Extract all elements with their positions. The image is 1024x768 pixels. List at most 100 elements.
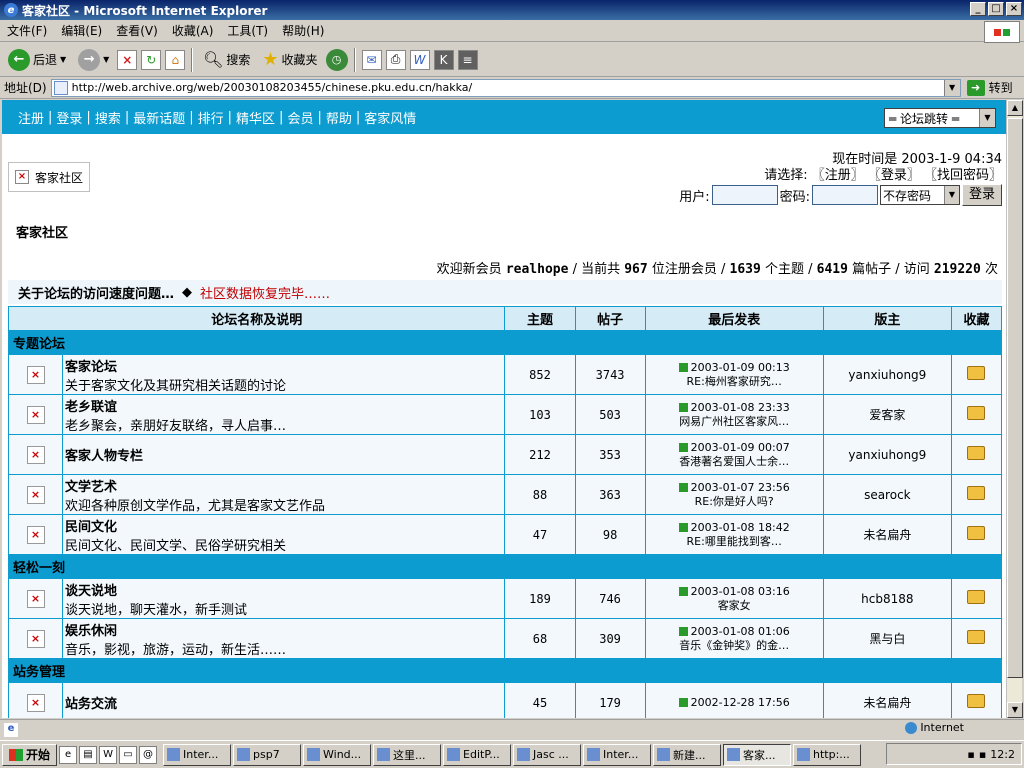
favorite-folder-icon[interactable] [967, 486, 986, 500]
taskbar-task-button[interactable]: 客家... [723, 743, 792, 766]
favorite-folder-icon[interactable] [967, 406, 986, 420]
taskbar-task-button[interactable]: psp7 [233, 743, 302, 766]
announcement-link[interactable]: 社区数据恢复完毕…… [200, 283, 330, 302]
mail-icon[interactable]: ✉ [361, 49, 382, 70]
site-logo[interactable]: × 客家社区 [8, 162, 90, 192]
search-button[interactable]: 🔍︎ 搜索 [199, 48, 254, 72]
forum-name-link[interactable]: 客家论坛 [65, 356, 504, 375]
nav-hakka-customs[interactable]: 客家风情 [364, 108, 416, 127]
scroll-up-icon[interactable]: ▲ [1007, 100, 1023, 116]
taskbar-task-button[interactable]: Inter... [163, 743, 232, 766]
k-tool-icon[interactable]: K [433, 49, 454, 70]
forum-moderator-link[interactable]: 未名扁舟 [822, 514, 952, 555]
forum-moderator-link[interactable]: 未名扁舟 [822, 682, 952, 718]
vertical-scrollbar[interactable]: ▲ ▼ [1006, 100, 1023, 718]
taskbar-task-button[interactable]: http:... [793, 743, 862, 766]
forum-moderator-link[interactable]: 爱客家 [822, 394, 952, 435]
taskbar-task-button[interactable]: EditP... [443, 743, 512, 766]
favorite-folder-icon[interactable] [967, 446, 986, 460]
go-button[interactable]: ➜ 转到 [966, 79, 1013, 96]
last-post-title-link[interactable]: 网易广州社区客家风… [646, 415, 823, 429]
last-post-arrow-icon[interactable] [678, 698, 688, 707]
forum-moderator-link[interactable]: yanxiuhong9 [822, 434, 952, 475]
tool-icon[interactable]: ≡ [457, 49, 478, 70]
last-post-title-link[interactable]: RE:梅州客家研究… [646, 375, 823, 389]
account-links[interactable]: 请选择: 〖注册〗 〖登录〗 〖找回密码〗 [764, 164, 1002, 183]
forward-dropdown-icon[interactable]: ▼ [103, 55, 109, 64]
menu-tools[interactable]: 工具(T) [220, 22, 275, 39]
last-post-title-link[interactable]: 香港著名爱国人士余… [646, 455, 823, 469]
address-input[interactable]: http://web.archive.org/web/2003010820345… [50, 78, 961, 97]
taskbar-task-button[interactable]: 这里... [373, 743, 442, 766]
tray-icon[interactable]: ▪ [967, 748, 974, 761]
address-dropdown-icon[interactable]: ▼ [943, 79, 960, 96]
favorite-folder-icon[interactable] [967, 694, 986, 708]
forum-jump-select[interactable]: ═ 论坛跳转 ═ ▼ [884, 108, 996, 128]
forum-name-link[interactable]: 民间文化 [65, 516, 504, 535]
last-post-arrow-icon[interactable] [678, 483, 688, 492]
last-post-title-link[interactable]: RE:你是好人吗? [646, 495, 823, 509]
favorite-folder-icon[interactable] [967, 590, 986, 604]
stop-icon[interactable]: × [117, 49, 138, 70]
quicklaunch-desktop-icon[interactable]: ▭ [119, 745, 138, 764]
last-post-arrow-icon[interactable] [678, 627, 688, 636]
home-icon[interactable]: ⌂ [165, 49, 186, 70]
nav-login[interactable]: 登录 [56, 108, 82, 127]
nav-register[interactable]: 注册 [18, 108, 44, 127]
menu-edit[interactable]: 编辑(E) [54, 22, 109, 39]
print-icon[interactable]: ⎙ [385, 49, 406, 70]
last-post-arrow-icon[interactable] [678, 403, 688, 412]
favorites-button[interactable]: ★ 收藏夹 [258, 47, 321, 72]
password-input[interactable] [811, 185, 878, 205]
minimize-button[interactable]: _ [970, 2, 986, 16]
nav-latest[interactable]: 最新话题 [133, 108, 185, 127]
favorite-folder-icon[interactable] [967, 526, 986, 540]
quicklaunch-word-icon[interactable]: W [99, 745, 118, 764]
history-icon[interactable]: ◷ [325, 48, 348, 71]
scroll-thumb[interactable] [1007, 118, 1023, 678]
announcement-link[interactable]: 关于论坛的访问速度问题… [18, 283, 174, 302]
remember-password-select[interactable]: 不存密码 ▼ [879, 185, 960, 205]
last-post-arrow-icon[interactable] [678, 363, 688, 372]
forum-moderator-link[interactable]: 黑与白 [822, 618, 952, 659]
scroll-down-icon[interactable]: ▼ [1007, 702, 1023, 718]
quicklaunch-ie-icon[interactable]: e [59, 745, 78, 764]
last-post-arrow-icon[interactable] [678, 443, 688, 452]
last-post-title-link[interactable]: 音乐《金钟奖》的金… [646, 639, 823, 653]
last-post-title-link[interactable]: 客家女 [646, 599, 823, 613]
taskbar-task-button[interactable]: Inter... [583, 743, 652, 766]
forward-button[interactable]: → ▼ [74, 47, 113, 73]
forum-name-link[interactable]: 老乡联谊 [65, 396, 504, 415]
taskbar-task-button[interactable]: Jasc ... [513, 743, 582, 766]
username-input[interactable] [711, 185, 778, 205]
close-button[interactable]: × [1006, 2, 1022, 16]
nav-members[interactable]: 会员 [287, 108, 313, 127]
category-name[interactable]: 轻松一刻 [8, 554, 1002, 579]
forum-name-link[interactable]: 谈天说地 [65, 580, 504, 599]
category-name[interactable]: 站务管理 [8, 658, 1002, 683]
refresh-icon[interactable]: ↻ [141, 49, 162, 70]
last-post-arrow-icon[interactable] [678, 523, 688, 532]
nav-search[interactable]: 搜索 [95, 108, 121, 127]
login-button[interactable]: 登录 [961, 184, 1002, 206]
menu-view[interactable]: 查看(V) [109, 22, 165, 39]
nav-elite[interactable]: 精华区 [236, 108, 275, 127]
forum-name-link[interactable]: 文学艺术 [65, 476, 504, 495]
menu-help[interactable]: 帮助(H) [275, 22, 331, 39]
category-name[interactable]: 专题论坛 [8, 330, 1002, 355]
maximize-button[interactable]: □ [988, 2, 1004, 16]
nav-help[interactable]: 帮助 [326, 108, 352, 127]
forum-moderator-link[interactable]: searock [822, 474, 952, 515]
forum-name-link[interactable]: 客家人物专栏 [65, 445, 504, 464]
last-post-title-link[interactable]: RE:哪里能找到客… [646, 535, 823, 549]
forum-moderator-link[interactable]: hcb8188 [822, 578, 952, 619]
menu-file[interactable]: 文件(F) [0, 22, 54, 39]
favorite-folder-icon[interactable] [967, 366, 986, 380]
taskbar-task-button[interactable]: Wind... [303, 743, 372, 766]
word-edit-icon[interactable]: W [409, 49, 430, 70]
quicklaunch-outlook-icon[interactable]: @ [139, 745, 158, 764]
forum-moderator-link[interactable]: yanxiuhong9 [822, 354, 952, 395]
newest-member-link[interactable]: realhope [506, 262, 569, 277]
favorite-folder-icon[interactable] [967, 630, 986, 644]
taskbar-task-button[interactable]: 新建... [653, 743, 722, 766]
